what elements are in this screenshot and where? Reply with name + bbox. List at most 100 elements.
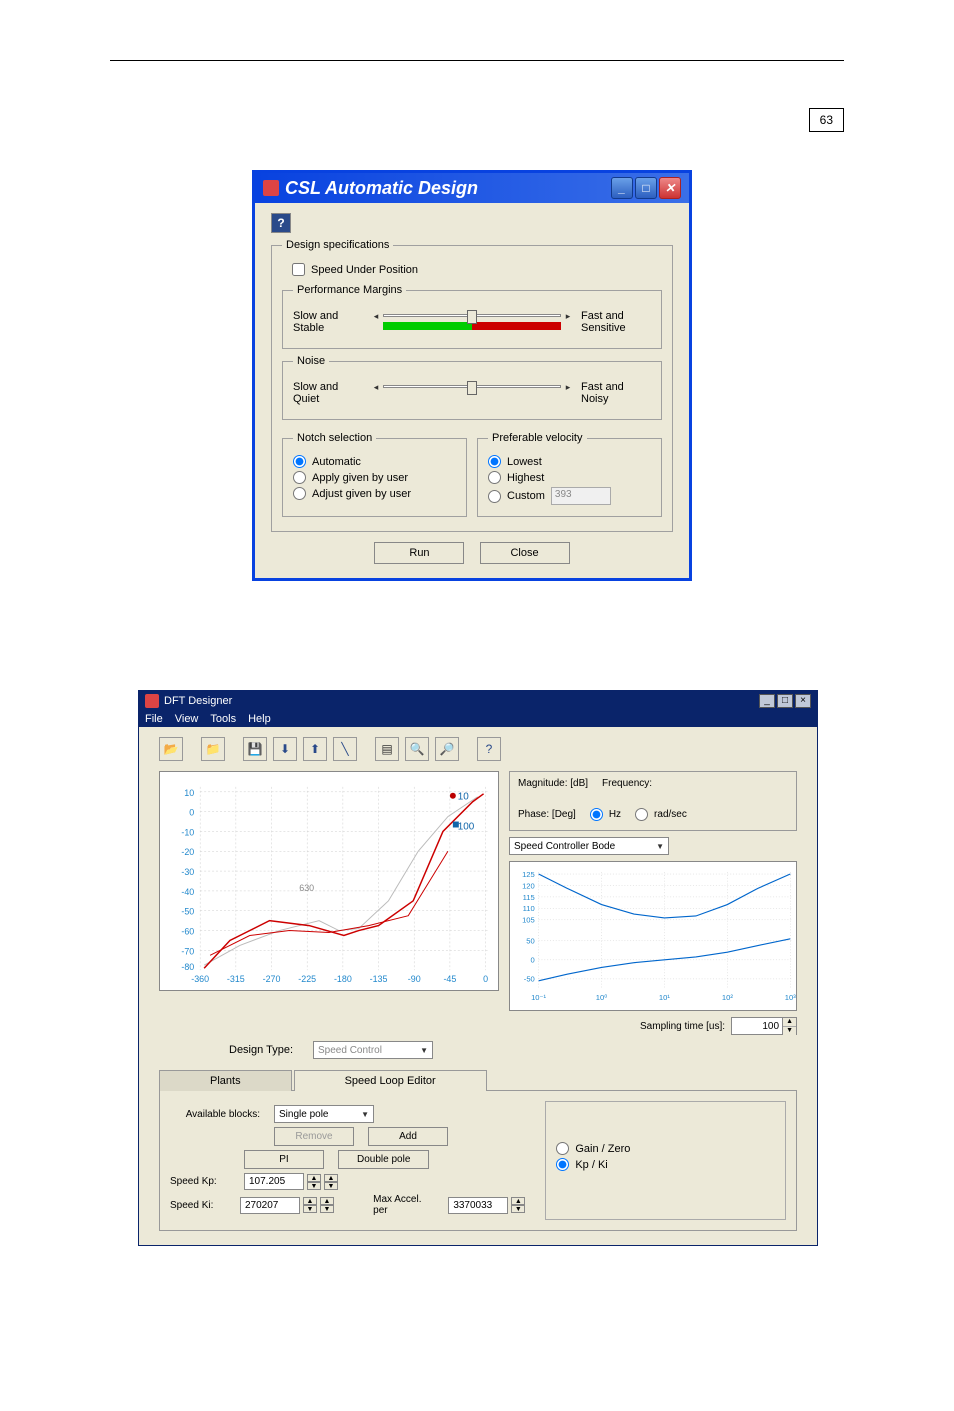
upload-icon[interactable]: ⬆ xyxy=(303,737,327,761)
spin-up-icon[interactable]: ▲ xyxy=(324,1174,338,1182)
pi-block[interactable]: PI xyxy=(244,1150,324,1169)
menu-tools[interactable]: Tools xyxy=(210,713,236,725)
maximize-button[interactable]: □ xyxy=(635,177,657,199)
window-titlebar: CSL Automatic Design _ □ ✕ xyxy=(255,173,689,203)
design-specifications-group: Design specifications Speed Under Positi… xyxy=(271,239,673,532)
minimize-button[interactable]: _ xyxy=(611,177,633,199)
available-blocks-value: Single pole xyxy=(279,1109,328,1120)
menu-help[interactable]: Help xyxy=(248,713,271,725)
preferable-velocity-group: Preferable velocity Lowest Highest Custo… xyxy=(477,432,662,517)
spin-down-icon[interactable]: ▼ xyxy=(307,1182,321,1190)
performance-margins-legend: Performance Margins xyxy=(293,284,406,296)
window-title: CSL Automatic Design xyxy=(285,178,478,199)
open-icon[interactable]: 📂 xyxy=(159,737,183,761)
chevron-down-icon: ▼ xyxy=(420,1046,428,1055)
help-icon[interactable]: ? xyxy=(271,213,291,233)
menu-view[interactable]: View xyxy=(175,713,199,725)
svg-text:-270: -270 xyxy=(263,974,281,984)
max-accel-input[interactable] xyxy=(448,1197,508,1214)
spin-up-icon[interactable]: ▲ xyxy=(783,1018,796,1027)
sampling-time-input[interactable] xyxy=(732,1020,782,1033)
double-pole-block[interactable]: Double pole xyxy=(338,1150,429,1169)
close-dialog-button[interactable]: Close xyxy=(480,542,570,564)
design-specifications-legend: Design specifications xyxy=(282,239,393,251)
svg-text:-135: -135 xyxy=(370,974,388,984)
svg-text:10⁰: 10⁰ xyxy=(596,993,608,1002)
minimize-button[interactable]: _ xyxy=(759,694,775,708)
tab-speed-loop-editor[interactable]: Speed Loop Editor xyxy=(294,1070,487,1091)
wand-icon[interactable]: ╲ xyxy=(333,737,357,761)
spin-down-icon[interactable]: ▼ xyxy=(324,1182,338,1190)
spin-up-icon[interactable]: ▲ xyxy=(320,1197,334,1205)
sampling-time-spinner[interactable]: ▲▼ xyxy=(731,1017,797,1035)
noise-right-label: Fast and Noisy xyxy=(581,381,651,405)
notch-adjust-radio[interactable] xyxy=(293,487,306,500)
notch-adjust-label: Adjust given by user xyxy=(312,488,411,500)
slider-increment-icon[interactable]: ▸ xyxy=(563,311,573,321)
spin-down-icon[interactable]: ▼ xyxy=(783,1027,796,1035)
run-button[interactable]: Run xyxy=(374,542,464,564)
performance-slider[interactable]: ◂ ▸ xyxy=(371,308,573,336)
spin-up-icon[interactable]: ▲ xyxy=(307,1174,321,1182)
add-button[interactable]: Add xyxy=(368,1127,448,1146)
speed-ki-input[interactable] xyxy=(240,1197,300,1214)
speed-kp-input[interactable] xyxy=(244,1173,304,1190)
help-icon[interactable]: ? xyxy=(477,737,501,761)
slider-decrement-icon[interactable]: ◂ xyxy=(371,311,381,321)
save-icon[interactable]: 💾 xyxy=(243,737,267,761)
spin-up-icon[interactable]: ▲ xyxy=(303,1197,317,1205)
svg-text:0: 0 xyxy=(189,808,194,818)
zoom-in-icon[interactable]: 🔍 xyxy=(405,737,429,761)
spin-down-icon[interactable]: ▼ xyxy=(320,1205,334,1213)
kp-ki-radio[interactable] xyxy=(556,1158,569,1171)
notch-selection-group: Notch selection Automatic Apply given by… xyxy=(282,432,467,517)
pv-lowest-radio[interactable] xyxy=(488,455,501,468)
hz-radio[interactable] xyxy=(590,808,603,821)
speed-under-position-label: Speed Under Position xyxy=(311,264,418,276)
pv-custom-radio[interactable] xyxy=(488,490,501,503)
notch-apply-radio[interactable] xyxy=(293,471,306,484)
gain-zero-label: Gain / Zero xyxy=(575,1143,630,1155)
zoom-out-icon[interactable]: 🔎 xyxy=(435,737,459,761)
spin-up-icon[interactable]: ▲ xyxy=(511,1197,525,1205)
pv-lowest-label: Lowest xyxy=(507,456,542,468)
radsec-radio[interactable] xyxy=(635,808,648,821)
noise-slider[interactable]: ◂ ▸ xyxy=(371,379,573,407)
menu-file[interactable]: File xyxy=(145,713,163,725)
svg-text:-225: -225 xyxy=(298,974,316,984)
gain-zero-radio[interactable] xyxy=(556,1142,569,1155)
svg-text:-40: -40 xyxy=(181,887,194,897)
frequency-label: Frequency: xyxy=(602,778,652,789)
plot-dropdown[interactable]: Speed Controller Bode ▼ xyxy=(509,837,669,855)
csl-automatic-design-window: CSL Automatic Design _ □ ✕ ? Design spec… xyxy=(252,170,692,581)
remove-button[interactable]: Remove xyxy=(274,1127,354,1146)
design-type-label: Design Type: xyxy=(229,1044,293,1056)
slider-increment-icon[interactable]: ▸ xyxy=(563,382,573,392)
svg-text:-50: -50 xyxy=(524,975,535,984)
svg-text:0: 0 xyxy=(531,956,535,965)
svg-text:125: 125 xyxy=(522,870,535,879)
close-button[interactable]: × xyxy=(795,694,811,708)
slider-decrement-icon[interactable]: ◂ xyxy=(371,382,381,392)
pv-custom-value[interactable]: 393 xyxy=(551,487,611,505)
maximize-button[interactable]: □ xyxy=(777,694,793,708)
design-type-dropdown[interactable]: Speed Control ▼ xyxy=(313,1041,433,1059)
menubar: File View Tools Help xyxy=(139,711,817,727)
close-button[interactable]: ✕ xyxy=(659,177,681,199)
page-number: 63 xyxy=(809,108,844,132)
pv-highest-radio[interactable] xyxy=(488,471,501,484)
folder-icon[interactable]: 📁 xyxy=(201,737,225,761)
svg-text:-20: -20 xyxy=(181,847,194,857)
tab-plants[interactable]: Plants xyxy=(159,1070,292,1091)
notch-automatic-radio[interactable] xyxy=(293,455,306,468)
download-icon[interactable]: ⬇ xyxy=(273,737,297,761)
svg-text:-45: -45 xyxy=(443,974,456,984)
available-blocks-dropdown[interactable]: Single pole ▼ xyxy=(274,1105,374,1123)
spin-down-icon[interactable]: ▼ xyxy=(303,1205,317,1213)
spin-down-icon[interactable]: ▼ xyxy=(511,1205,525,1213)
noise-left-label: Slow and Quiet xyxy=(293,381,363,405)
noise-legend: Noise xyxy=(293,355,329,367)
speed-under-position-checkbox[interactable] xyxy=(292,263,305,276)
doc-icon[interactable]: ▤ xyxy=(375,737,399,761)
performance-margins-group: Performance Margins Slow and Stable ◂ ▸ … xyxy=(282,284,662,349)
